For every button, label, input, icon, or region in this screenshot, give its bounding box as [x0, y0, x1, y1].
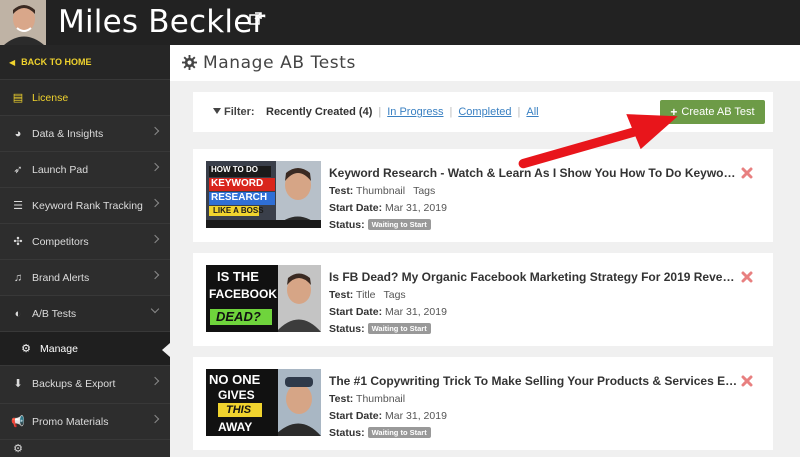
chevron-right-icon	[150, 126, 160, 136]
filter-completed-link[interactable]: Completed	[458, 106, 511, 118]
status-badge: Waiting to Start	[367, 427, 431, 438]
thumbnail-text: NO ONE GIVES THIS AWAY	[209, 372, 261, 434]
ab-test-card[interactable]: HOW TO DO KEYWORD RESEARCH LIKE A BOSS K…	[193, 149, 773, 242]
chevron-right-icon	[150, 198, 160, 208]
page-header: Manage AB Tests	[170, 45, 800, 81]
sidebar-item-label: Promo Materials	[32, 415, 109, 428]
external-link-icon[interactable]	[249, 12, 262, 25]
status-row: Status: Waiting to Start	[329, 323, 431, 335]
sidebar-item-label: Competitors	[32, 235, 89, 248]
crosshair-icon: ✣	[13, 236, 23, 248]
download-icon: ⬇	[13, 378, 23, 390]
test-type-row: Test: Thumbnail	[329, 393, 406, 405]
gear-icon: ⚙	[13, 443, 23, 455]
delete-icon[interactable]	[741, 375, 753, 387]
sidebar-item-label: Backups & Export	[32, 377, 116, 390]
main-content: Manage AB Tests Filter: Recently Created…	[170, 45, 800, 457]
ab-test-card[interactable]: NO ONE GIVES THIS AWAY The #1 Copywritin…	[193, 357, 773, 450]
test-type-row: Test: Title Tags	[329, 289, 406, 301]
status-badge: Waiting to Start	[367, 219, 431, 230]
thumbnail-text: IS THE FACEBOOK DEAD?	[209, 269, 278, 324]
chevron-right-icon	[150, 162, 160, 172]
thumbnail-text: HOW TO DO KEYWORD RESEARCH LIKE A BOSS	[211, 165, 268, 215]
delete-icon[interactable]	[741, 167, 753, 179]
back-to-home-link[interactable]: ◀ BACK TO HOME	[0, 45, 170, 79]
page-title: Manage AB Tests	[203, 53, 356, 73]
chevron-right-icon	[150, 270, 160, 280]
channel-avatar	[0, 0, 46, 45]
sidebar-item-promo-materials[interactable]: 📢 Promo Materials	[0, 403, 170, 439]
sidebar-subitem-manage[interactable]: ⚙ Manage	[0, 331, 170, 365]
sidebar-item-label: Data & Insights	[32, 127, 104, 140]
chevron-down-icon	[150, 304, 160, 314]
sidebar-item-label: Brand Alerts	[32, 271, 90, 284]
back-to-home-label: BACK TO HOME	[21, 57, 92, 67]
filter-icon	[213, 108, 221, 114]
bell-icon: ♫	[13, 271, 23, 284]
filter-options: Recently Created (4) | In Progress | Complet…	[266, 106, 539, 118]
sidebar-item-license[interactable]: ▤ License	[0, 79, 170, 115]
rocket-icon: ➶	[13, 164, 23, 176]
delete-icon[interactable]	[741, 271, 753, 283]
list-icon: ☰	[13, 200, 23, 212]
test-title[interactable]: The #1 Copywriting Trick To Make Selling…	[329, 374, 739, 388]
filter-bar: Filter: Recently Created (4) | In Progress…	[193, 92, 773, 132]
sidebar-item-label: Manage	[40, 342, 78, 355]
chevron-right-icon	[150, 414, 160, 424]
status-badge: Waiting to Start	[367, 323, 431, 334]
gear-icon: ⚙	[21, 343, 31, 355]
status-row: Status: Waiting to Start	[329, 427, 431, 439]
sidebar-item-data-insights[interactable]: ◕ Data & Insights	[0, 115, 170, 151]
sidebar-item-partial[interactable]: ⚙	[0, 439, 170, 457]
chart-pie-icon: ◕	[14, 127, 22, 140]
megaphone-icon: 📢	[11, 416, 25, 428]
top-header: Miles Beckler	[0, 0, 800, 45]
separator: |	[378, 106, 382, 118]
chevron-right-icon	[150, 234, 160, 244]
sidebar-item-ab-tests[interactable]: ◐ A/B Tests	[0, 295, 170, 331]
sidebar-item-launch-pad[interactable]: ➶ Launch Pad	[0, 151, 170, 187]
sidebar-item-label: License	[32, 91, 69, 104]
license-icon: ▤	[12, 92, 24, 104]
sidebar-item-label: Keyword Rank Tracking	[32, 199, 143, 212]
sidebar-item-label: Launch Pad	[32, 163, 89, 176]
ab-test-card[interactable]: IS THE FACEBOOK DEAD? Is FB Dead? My Org…	[193, 253, 773, 346]
gear-icon	[182, 55, 197, 70]
sidebar: ◀ BACK TO HOME ▤ License ◕ Data & Insigh…	[0, 45, 170, 457]
red-annotation-arrow	[518, 114, 678, 169]
filter-label: Filter:	[213, 106, 255, 118]
filter-in-progress-link[interactable]: In Progress	[387, 106, 443, 118]
sidebar-item-competitors[interactable]: ✣ Competitors	[0, 223, 170, 259]
sidebar-item-backups-export[interactable]: ⬇ Backups & Export	[0, 365, 170, 401]
test-type-row: Test: Thumbnail Tags	[329, 185, 436, 197]
start-date-row: Start Date: Mar 31, 2019	[329, 410, 447, 422]
status-row: Status: Waiting to Start	[329, 219, 431, 231]
half-circle-icon: ◐	[14, 307, 22, 320]
sidebar-item-brand-alerts[interactable]: ♫ Brand Alerts	[0, 259, 170, 295]
chevron-left-icon: ◀	[9, 57, 16, 67]
channel-name: Miles Beckler	[58, 4, 266, 40]
start-date-row: Start Date: Mar 31, 2019	[329, 202, 447, 214]
separator: |	[449, 106, 453, 118]
create-ab-test-label: Create AB Test	[681, 106, 755, 118]
test-title[interactable]: Is FB Dead? My Organic Facebook Marketin…	[329, 270, 739, 284]
sidebar-item-label: A/B Tests	[32, 307, 77, 320]
filter-recently-created[interactable]: Recently Created (4)	[266, 106, 372, 118]
sidebar-item-keyword-rank-tracking[interactable]: ☰ Keyword Rank Tracking	[0, 187, 170, 223]
active-pointer	[162, 343, 170, 357]
chevron-right-icon	[150, 376, 160, 386]
start-date-row: Start Date: Mar 31, 2019	[329, 306, 447, 318]
